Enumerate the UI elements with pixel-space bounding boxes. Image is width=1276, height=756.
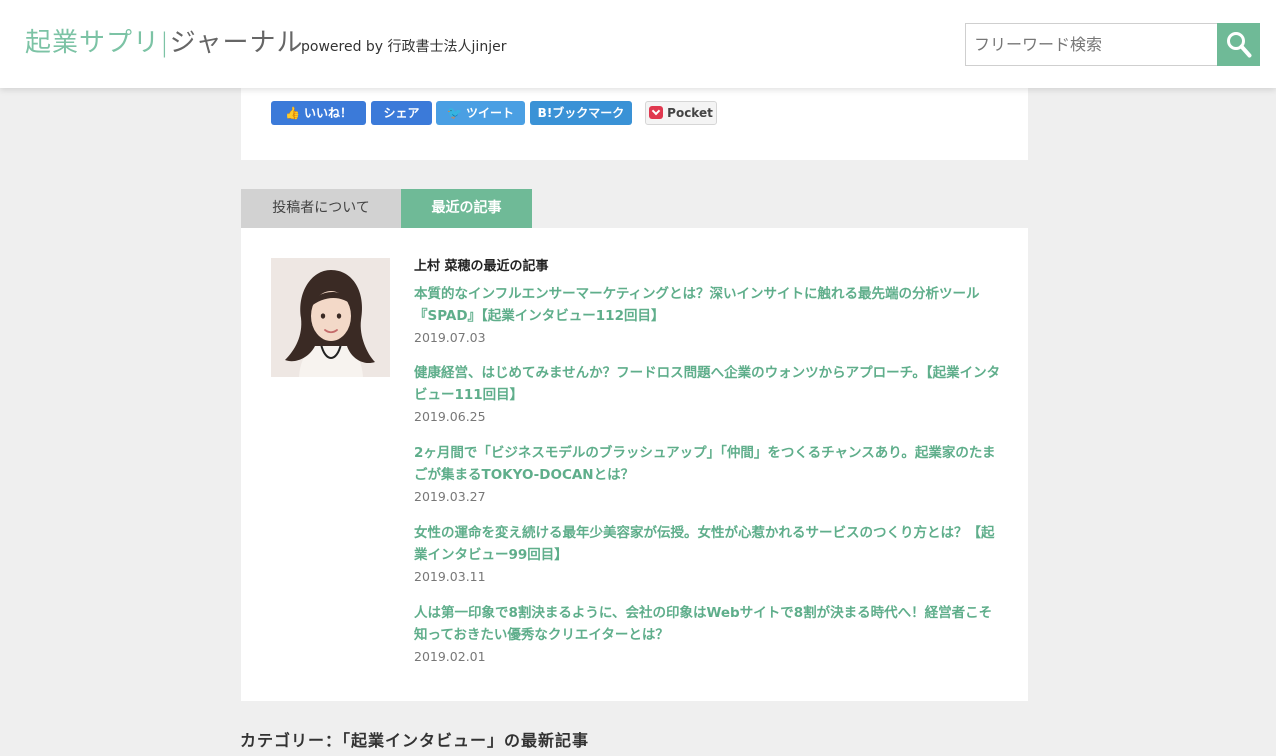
recent-articles-heading: 上村 菜穂の最近の記事: [414, 259, 549, 274]
article-link[interactable]: 人は第一印象で8割決まるように、会社の印象はWebサイトで8割が決まる時代へ！経…: [414, 602, 1004, 646]
logo-text-part2: ジャーナル: [169, 28, 304, 58]
article-link[interactable]: 女性の運命を変え続ける最年少美容家が伝授。女性が心惹かれるサービスのつくり方とは…: [414, 522, 1004, 566]
pocket-icon: [649, 106, 664, 119]
hatena-b-icon: B!: [537, 106, 553, 120]
facebook-share-label: シェア: [383, 106, 420, 120]
pocket-button[interactable]: Pocket: [645, 101, 717, 125]
tweet-button[interactable]: 🐦 ツイート: [436, 101, 525, 125]
site-logo[interactable]: 起業サプリ|ジャーナル: [25, 26, 303, 60]
tweet-label: ツイート: [465, 106, 514, 120]
site-header: 起業サプリ|ジャーナル powered by 行政書士法人jinjer: [0, 0, 1276, 88]
search-icon: [1227, 32, 1252, 58]
logo-separator: |: [160, 28, 170, 58]
article-link[interactable]: 本質的なインフルエンサーマーケティングとは？深いインサイトに触れる最先端の分析ツ…: [414, 283, 1004, 327]
article-item: 健康経営、はじめてみませんか？フードロス問題へ企業のウォンツからアプローチ。【起…: [414, 362, 1004, 424]
article-date: 2019.03.11: [414, 569, 486, 584]
article-date: 2019.02.01: [414, 649, 486, 664]
article-date: 2019.03.27: [414, 489, 486, 504]
hatena-bookmark-button[interactable]: B!ブックマーク: [530, 101, 632, 125]
article-date: 2019.06.25: [414, 409, 486, 424]
article-item: 本質的なインフルエンサーマーケティングとは？深いインサイトに触れる最先端の分析ツ…: [414, 283, 1004, 345]
tab-about-author[interactable]: 投稿者について: [241, 189, 401, 228]
twitter-bird-icon: 🐦: [447, 106, 462, 120]
tab-recent-articles[interactable]: 最近の記事: [401, 189, 532, 228]
logo-text-part1: 起業サプリ: [25, 28, 161, 58]
article-date: 2019.07.03: [414, 330, 486, 345]
facebook-share-button[interactable]: シェア: [371, 101, 432, 125]
search-input[interactable]: [965, 23, 1218, 66]
search-button[interactable]: [1217, 23, 1260, 66]
recent-articles-panel: 上村 菜穂の最近の記事 本質的なインフルエンサーマーケティングとは？深いインサイ…: [241, 228, 1028, 701]
powered-by-text: powered by 行政書士法人jinjer: [301, 39, 507, 55]
article-item: 人は第一印象で8割決まるように、会社の印象はWebサイトで8割が決まる時代へ！経…: [414, 602, 1004, 664]
facebook-like-label: いいね！: [303, 106, 352, 120]
thumbs-up-icon: 👍: [285, 106, 300, 120]
facebook-like-button[interactable]: 👍 いいね！: [271, 101, 366, 125]
article-item: 2ヶ月間で「ビジネスモデルのブラッシュアップ」「仲間」をつくるチャンスあり。起業…: [414, 442, 1004, 504]
article-link[interactable]: 2ヶ月間で「ビジネスモデルのブラッシュアップ」「仲間」をつくるチャンスあり。起業…: [414, 442, 1004, 486]
share-bar: 👍 いいね！ シェア 🐦 ツイート B!ブックマーク Pocket: [241, 88, 1028, 160]
author-avatar: [271, 258, 390, 377]
hatena-bookmark-label: ブックマーク: [552, 106, 625, 120]
category-latest-heading: カテゴリー：「起業インタビュー」の最新記事: [240, 727, 1028, 756]
article-link[interactable]: 健康経営、はじめてみませんか？フードロス問題へ企業のウォンツからアプローチ。【起…: [414, 362, 1004, 406]
pocket-label: Pocket: [667, 106, 713, 120]
article-item: 女性の運命を変え続ける最年少美容家が伝授。女性が心惹かれるサービスのつくり方とは…: [414, 522, 1004, 584]
